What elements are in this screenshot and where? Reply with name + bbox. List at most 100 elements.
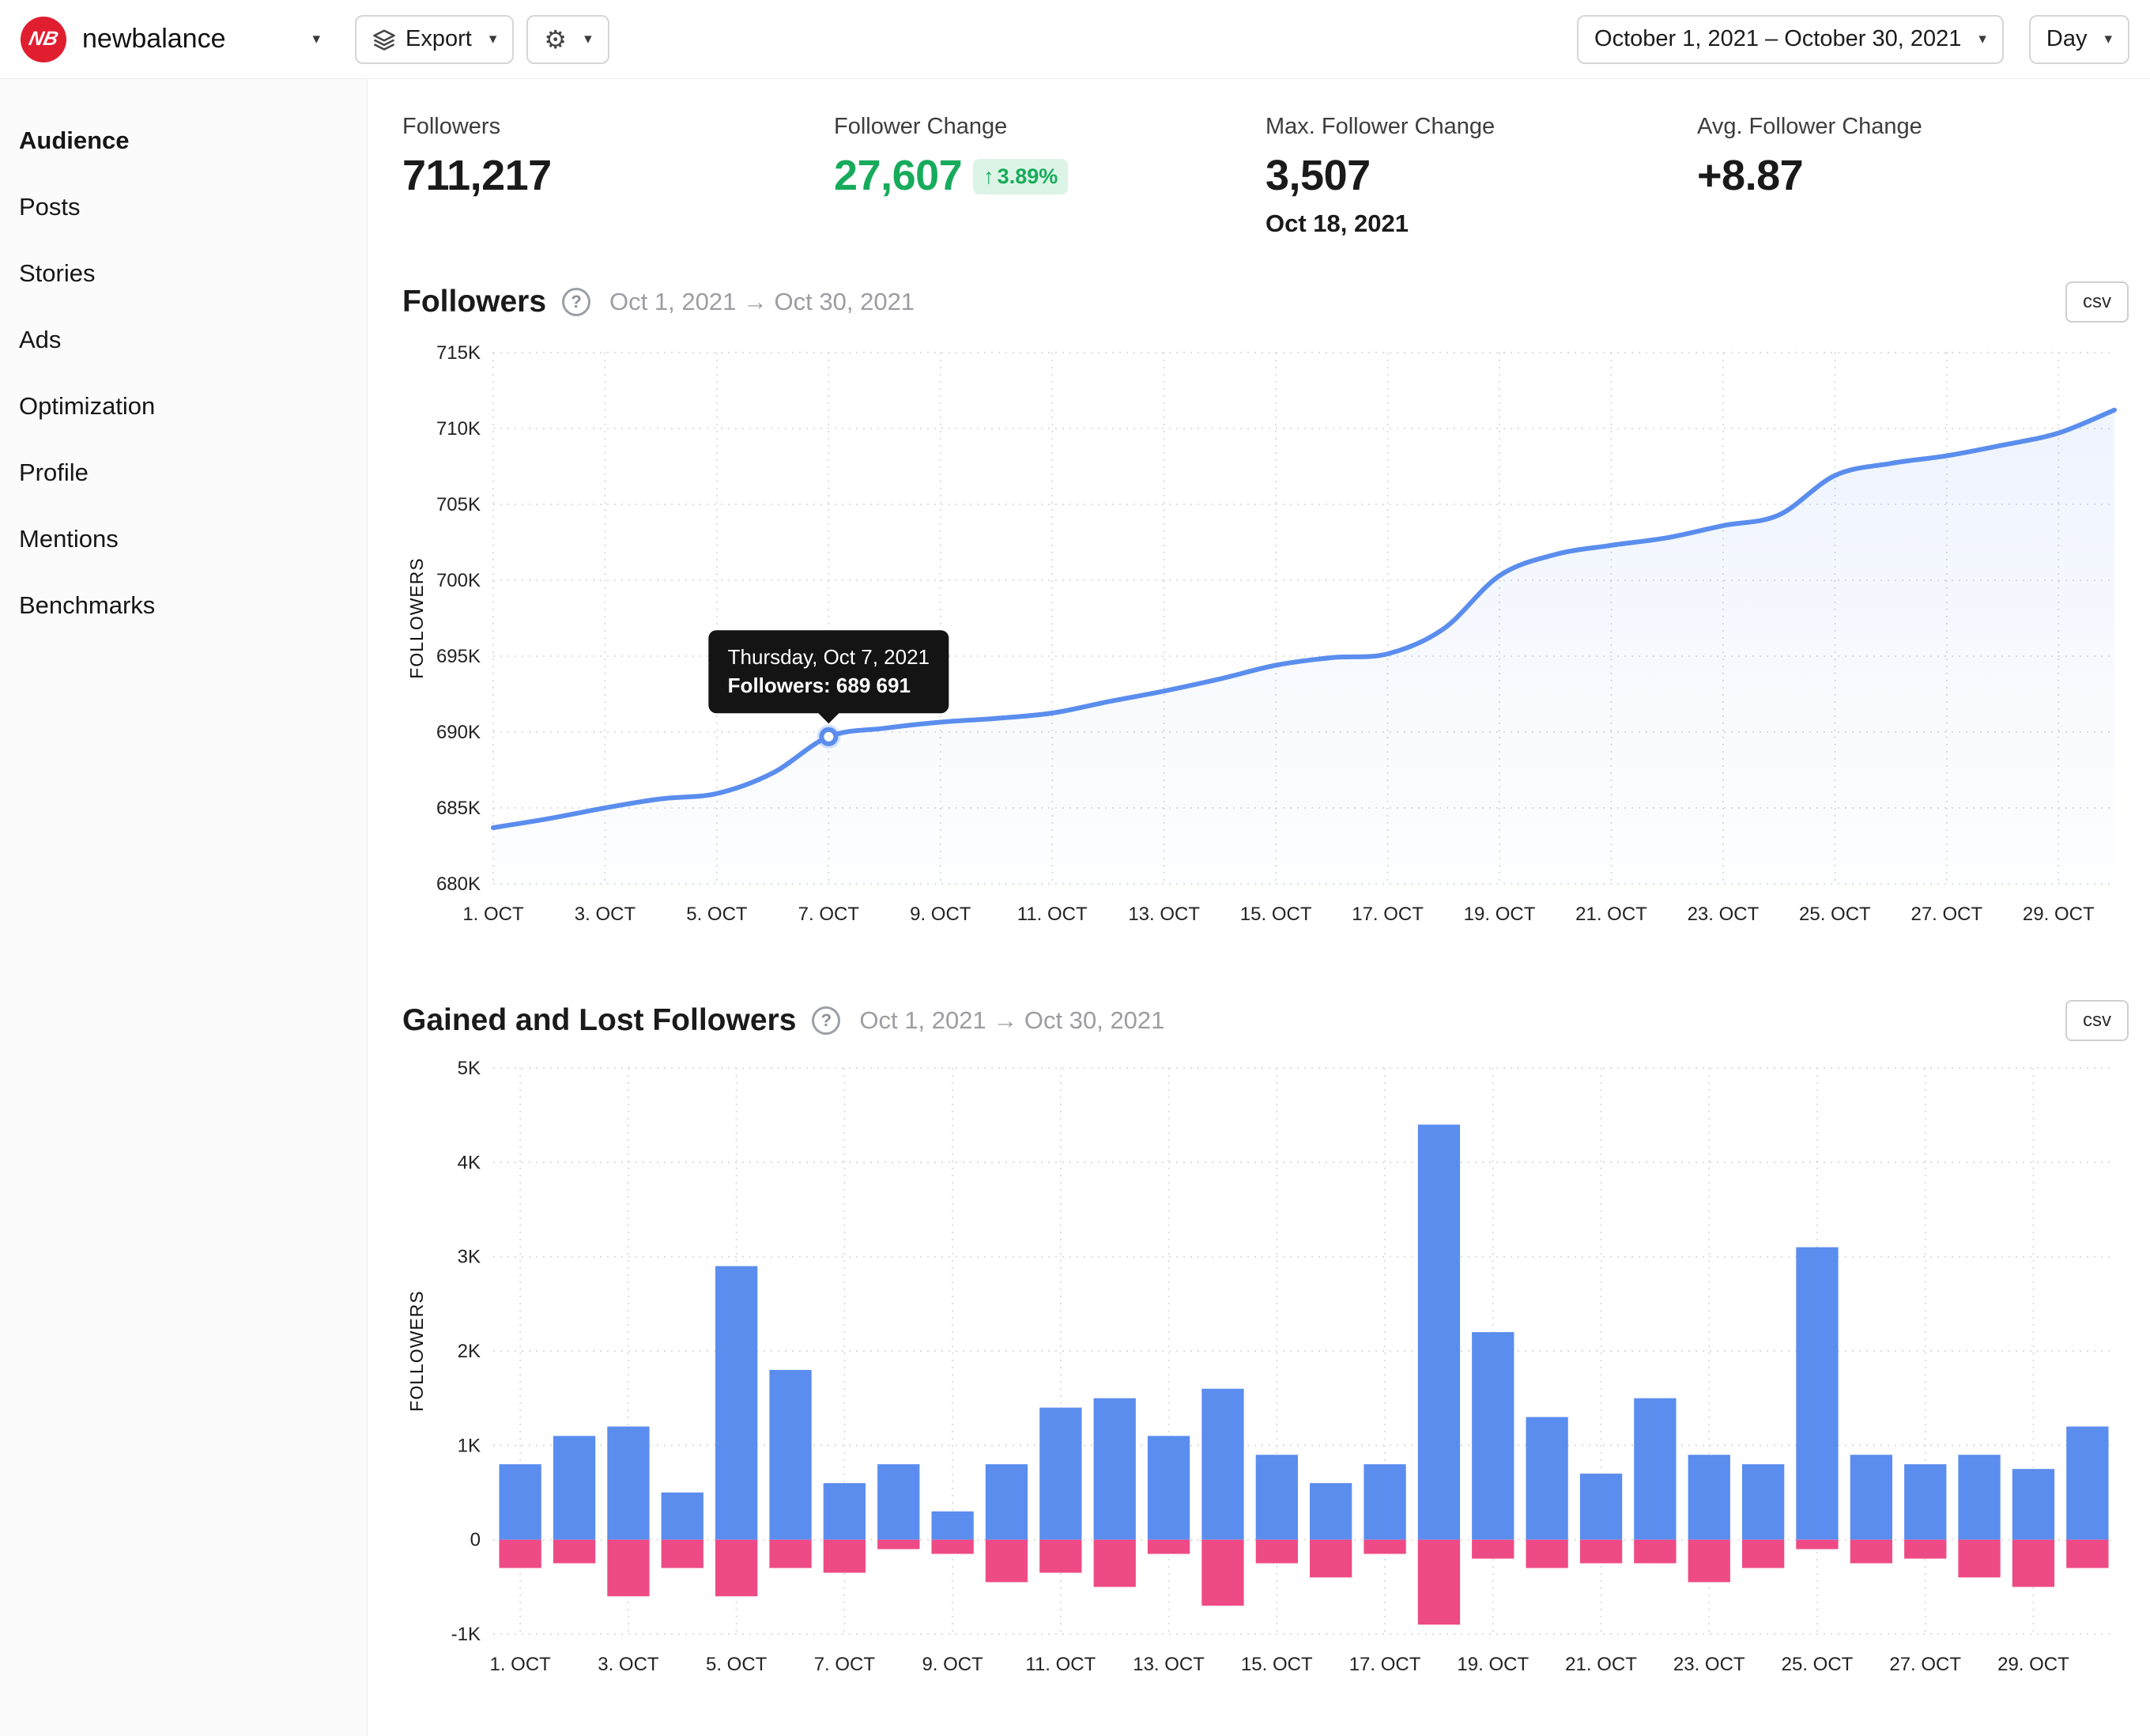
- svg-text:23. OCT: 23. OCT: [1688, 904, 1760, 925]
- section-title: Followers: [402, 285, 547, 319]
- export-button[interactable]: Export ▾: [355, 14, 515, 64]
- date-range-label: October 1, 2021 – October 30, 2021: [1594, 26, 1962, 51]
- svg-text:1K: 1K: [458, 1435, 481, 1456]
- svg-text:25. OCT: 25. OCT: [1799, 904, 1871, 925]
- svg-text:715K: 715K: [436, 342, 481, 364]
- stat-follower-change: Follower Change 27,607 ↑ 3.89%: [834, 114, 1265, 238]
- stat-value: +8.87: [1697, 152, 1804, 199]
- svg-text:9. OCT: 9. OCT: [910, 904, 971, 925]
- svg-text:23. OCT: 23. OCT: [1673, 1654, 1745, 1675]
- settings-button[interactable]: ⚙ ▾: [526, 14, 609, 64]
- newbalance-logo-icon: NB: [21, 16, 66, 62]
- stat-value: 27,607: [834, 152, 963, 199]
- svg-text:1. OCT: 1. OCT: [490, 1654, 552, 1675]
- svg-text:13. OCT: 13. OCT: [1128, 904, 1200, 925]
- sidebar-nav: Audience Posts Stories Ads Optimization …: [0, 79, 368, 1736]
- svg-text:27. OCT: 27. OCT: [1910, 904, 1982, 925]
- gained-lost-section-header: Gained and Lost Followers ? Oct 1, 2021 …: [402, 1000, 2129, 1041]
- followers-section: Followers ? Oct 1, 2021 → Oct 30, 2021 c…: [402, 281, 2129, 943]
- svg-text:13. OCT: 13. OCT: [1133, 1654, 1205, 1675]
- svg-text:1. OCT: 1. OCT: [462, 904, 524, 925]
- svg-text:690K: 690K: [436, 722, 481, 743]
- stat-date: Oct 18, 2021: [1265, 209, 1409, 237]
- sidebar-item-benchmarks[interactable]: Benchmarks: [19, 572, 367, 639]
- svg-text:-1K: -1K: [451, 1624, 481, 1645]
- help-icon[interactable]: ?: [812, 1006, 841, 1035]
- sidebar-item-audience[interactable]: Audience: [19, 108, 367, 174]
- granularity-button[interactable]: Day ▾: [2028, 14, 2129, 64]
- stat-label: Follower Change: [834, 114, 1008, 139]
- gained-lost-bar-chart[interactable]: 5K 4K 3K 2K 1K 0 -1K 1. OCT 3. OCT 5. OCT 7. OCT 9.…: [402, 1057, 2129, 1701]
- svg-text:2K: 2K: [458, 1341, 481, 1362]
- export-label: Export: [405, 26, 472, 51]
- sidebar-item-optimization[interactable]: Optimization: [19, 373, 367, 440]
- followers-section-header: Followers ? Oct 1, 2021 → Oct 30, 2021 c…: [402, 281, 2129, 323]
- svg-text:5K: 5K: [458, 1058, 481, 1079]
- stat-label: Max. Follower Change: [1265, 114, 1496, 139]
- export-layers-icon: [372, 28, 396, 51]
- svg-text:3. OCT: 3. OCT: [575, 904, 636, 925]
- main-content: Followers 711,217 Follower Change 27,607…: [368, 79, 2150, 1736]
- stat-value: 711,217: [402, 152, 552, 199]
- svg-text:0: 0: [470, 1530, 481, 1551]
- svg-text:705K: 705K: [436, 494, 481, 515]
- svg-text:4K: 4K: [458, 1152, 481, 1173]
- section-title: Gained and Lost Followers: [402, 1003, 797, 1037]
- percent-change-badge: ↑ 3.89%: [973, 159, 1069, 194]
- date-range-button[interactable]: October 1, 2021 – October 30, 2021 ▾: [1577, 14, 2004, 64]
- chevron-down-icon: ▾: [488, 31, 497, 47]
- help-icon[interactable]: ?: [562, 288, 591, 316]
- up-arrow-icon: ↑: [983, 164, 994, 188]
- svg-text:5. OCT: 5. OCT: [686, 904, 748, 925]
- svg-text:680K: 680K: [436, 874, 481, 895]
- stat-max-follower-change: Max. Follower Change 3,507 Oct 18, 2021: [1265, 114, 1697, 238]
- svg-text:3. OCT: 3. OCT: [598, 1654, 659, 1675]
- svg-text:15. OCT: 15. OCT: [1241, 1654, 1313, 1675]
- stat-label: Avg. Follower Change: [1697, 114, 1922, 139]
- svg-text:710K: 710K: [436, 418, 481, 440]
- stat-label: Followers: [402, 114, 501, 139]
- svg-text:11. OCT: 11. OCT: [1017, 904, 1088, 925]
- svg-text:25. OCT: 25. OCT: [1782, 1654, 1854, 1675]
- svg-text:17. OCT: 17. OCT: [1349, 1654, 1421, 1675]
- svg-text:685K: 685K: [436, 798, 481, 819]
- svg-text:19. OCT: 19. OCT: [1464, 904, 1536, 925]
- svg-text:11. OCT: 11. OCT: [1025, 1654, 1096, 1675]
- csv-export-button[interactable]: csv: [2065, 281, 2129, 323]
- stats-row: Followers 711,217 Follower Change 27,607…: [402, 114, 2129, 238]
- chevron-down-icon[interactable]: ▾: [312, 30, 320, 48]
- svg-text:29. OCT: 29. OCT: [1997, 1654, 2069, 1675]
- section-date-range: Oct 1, 2021 → Oct 30, 2021: [609, 288, 915, 315]
- topbar-right-group: October 1, 2021 – October 30, 2021 ▾ Day…: [1577, 14, 2129, 64]
- sidebar-item-posts[interactable]: Posts: [19, 174, 367, 240]
- account-selector[interactable]: NB newbalance ▾: [21, 16, 320, 62]
- stat-value: 3,507: [1265, 152, 1371, 199]
- chevron-down-icon: ▾: [584, 31, 592, 47]
- gained-lost-bar-chart-svg[interactable]: 5K 4K 3K 2K 1K 0 -1K 1. OCT 3. OCT 5. OCT 7. OCT 9.…: [402, 1057, 2125, 1701]
- svg-text:7. OCT: 7. OCT: [814, 1654, 876, 1675]
- csv-export-button[interactable]: csv: [2065, 1000, 2129, 1041]
- sidebar-item-ads[interactable]: Ads: [19, 307, 367, 373]
- sidebar-item-stories[interactable]: Stories: [19, 240, 367, 307]
- svg-text:7. OCT: 7. OCT: [798, 904, 860, 925]
- percent-change-value: 3.89%: [997, 164, 1058, 188]
- followers-line-chart[interactable]: 715K 710K 705K 700K 695K 690K 685K 680K 1. OCT 3.…: [402, 338, 2129, 943]
- stat-followers: Followers 711,217: [402, 114, 834, 238]
- svg-text:15. OCT: 15. OCT: [1240, 904, 1312, 925]
- svg-text:19. OCT: 19. OCT: [1457, 1654, 1529, 1675]
- chevron-down-icon: ▾: [1978, 31, 1986, 47]
- svg-text:21. OCT: 21. OCT: [1575, 904, 1647, 925]
- svg-text:9. OCT: 9. OCT: [922, 1654, 983, 1675]
- sidebar-item-mentions[interactable]: Mentions: [19, 506, 367, 572]
- svg-text:27. OCT: 27. OCT: [1889, 1654, 1961, 1675]
- stat-avg-follower-change: Avg. Follower Change +8.87: [1697, 114, 2129, 238]
- svg-text:FOLLOWERS: FOLLOWERS: [406, 557, 427, 678]
- svg-text:5. OCT: 5. OCT: [706, 1654, 768, 1675]
- svg-text:FOLLOWERS: FOLLOWERS: [406, 1290, 427, 1411]
- followers-line-chart-svg[interactable]: 715K 710K 705K 700K 695K 690K 685K 680K 1. OCT 3.…: [402, 338, 2125, 943]
- svg-text:29. OCT: 29. OCT: [2023, 904, 2095, 925]
- sidebar-item-profile[interactable]: Profile: [19, 440, 367, 506]
- svg-text:700K: 700K: [436, 570, 481, 591]
- gear-icon: ⚙: [544, 25, 568, 54]
- section-date-range: Oct 1, 2021 → Oct 30, 2021: [859, 1006, 1165, 1034]
